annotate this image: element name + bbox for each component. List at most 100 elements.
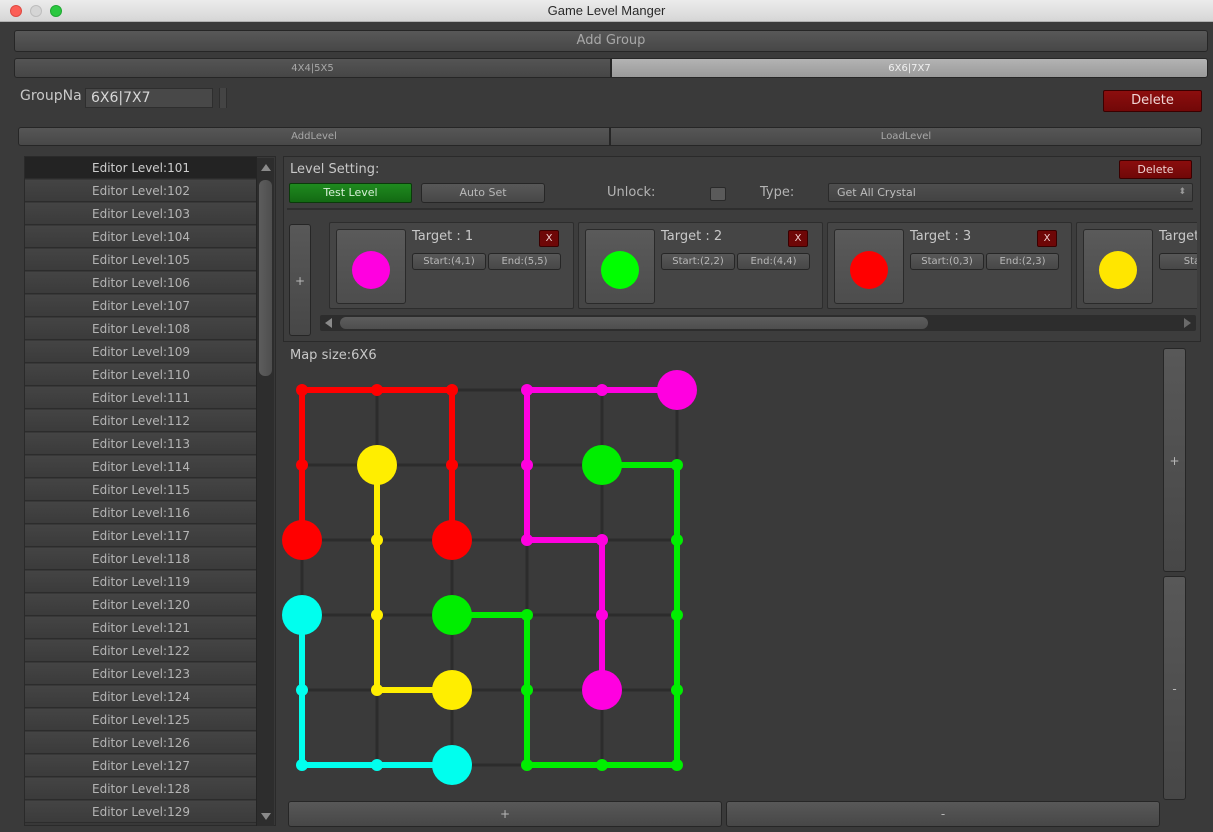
path-node: [671, 609, 683, 621]
target-color-swatch[interactable]: [834, 229, 904, 304]
path-node: [671, 759, 683, 771]
add-target-button[interactable]: +: [289, 224, 311, 336]
scroll-up-arrow-icon[interactable]: [261, 164, 271, 171]
level-actions-bar: AddLevel LoadLevel: [18, 127, 1202, 146]
level-list-item[interactable]: Editor Level:102: [25, 180, 257, 202]
level-map-grid[interactable]: [280, 366, 720, 786]
type-select-value: Get All Crystal: [837, 186, 916, 199]
target-color-swatch[interactable]: [585, 229, 655, 304]
target-card: Target : 1 X Start:(4,1) End:(5,5): [329, 222, 574, 309]
target-title: Target : 1: [412, 229, 474, 244]
tab-6x6-7x7[interactable]: 6X6|7X7: [611, 58, 1208, 78]
unlock-checkbox[interactable]: [710, 187, 726, 201]
level-list-item[interactable]: Editor Level:119: [25, 571, 257, 593]
minimize-window-button[interactable]: [30, 5, 42, 17]
target-color-swatch[interactable]: [1083, 229, 1153, 304]
targets-scroll-thumb[interactable]: [340, 317, 928, 329]
level-list-item[interactable]: Editor Level:107: [25, 295, 257, 317]
target-end-button[interactable]: End:(5,5): [488, 253, 561, 270]
targets-scrollbar[interactable]: [320, 315, 1196, 331]
path-node: [596, 609, 608, 621]
path-node: [296, 459, 308, 471]
level-list-item[interactable]: Editor Level:116: [25, 502, 257, 524]
level-list-item[interactable]: Editor Level:126: [25, 732, 257, 754]
level-list-item[interactable]: Editor Level:101: [25, 157, 257, 179]
scroll-right-arrow-icon[interactable]: [1184, 318, 1191, 328]
type-select[interactable]: Get All Crystal ⬍: [828, 183, 1193, 202]
window-title: Game Level Manger: [547, 3, 666, 18]
remove-target-button[interactable]: X: [1037, 230, 1057, 247]
remove-target-button[interactable]: X: [788, 230, 808, 247]
add-row-button[interactable]: +: [288, 801, 722, 827]
delete-group-button[interactable]: Delete: [1103, 90, 1202, 112]
auto-set-button[interactable]: Auto Set: [421, 183, 545, 203]
target-end-button[interactable]: End:(2,3): [986, 253, 1059, 270]
settings-divider: [287, 208, 1193, 210]
path-node: [371, 759, 383, 771]
level-list-item[interactable]: Editor Level:124: [25, 686, 257, 708]
level-list-scroll-thumb[interactable]: [259, 180, 272, 376]
path-node: [296, 759, 308, 771]
level-list-item[interactable]: Editor Level:103: [25, 203, 257, 225]
test-level-button[interactable]: Test Level: [289, 183, 412, 203]
level-list-item[interactable]: Editor Level:118: [25, 548, 257, 570]
path-node: [371, 534, 383, 546]
path-node: [671, 684, 683, 696]
map-size-label: Map size:6X6: [290, 348, 377, 363]
path-node: [671, 534, 683, 546]
level-list-item[interactable]: Editor Level:108: [25, 318, 257, 340]
level-list-item[interactable]: Editor Level:120: [25, 594, 257, 616]
map-size-increase-button[interactable]: +: [1163, 348, 1186, 572]
level-list-item[interactable]: Editor Level:114: [25, 456, 257, 478]
target-title: Target : 2: [661, 229, 723, 244]
target-start-button[interactable]: Start:(4,1): [412, 253, 486, 270]
add-level-button[interactable]: AddLevel: [18, 127, 610, 146]
level-list-item[interactable]: Editor Level:125: [25, 709, 257, 731]
level-list-item[interactable]: Editor Level:113: [25, 433, 257, 455]
select-arrows-icon: ⬍: [1178, 187, 1186, 197]
tab-4x4-5x5[interactable]: 4X4|5X5: [14, 58, 611, 78]
level-list-item[interactable]: Editor Level:117: [25, 525, 257, 547]
group-name-input[interactable]: 6X6|7X7: [85, 88, 213, 108]
level-list-item[interactable]: Editor Level:122: [25, 640, 257, 662]
level-list-item[interactable]: Editor Level:111: [25, 387, 257, 409]
remove-target-button[interactable]: X: [539, 230, 559, 247]
endpoint-dot: [432, 595, 472, 635]
target-color-swatch[interactable]: [336, 229, 406, 304]
target-start-button[interactable]: Start:(2,2): [661, 253, 735, 270]
target-color-dot: [601, 251, 639, 289]
close-window-button[interactable]: [10, 5, 22, 17]
add-group-button[interactable]: Add Group: [14, 30, 1208, 52]
maximize-window-button[interactable]: [50, 5, 62, 17]
remove-row-button[interactable]: -: [726, 801, 1160, 827]
level-list-item[interactable]: Editor Level:123: [25, 663, 257, 685]
level-list-item[interactable]: Editor Level:129: [25, 801, 257, 823]
level-list-item[interactable]: Editor Level:110: [25, 364, 257, 386]
level-list-item[interactable]: Editor Level:127: [25, 755, 257, 777]
level-list-item[interactable]: Editor Level:104: [25, 226, 257, 248]
delete-level-button[interactable]: Delete: [1119, 160, 1192, 179]
level-list-item[interactable]: Editor Level:115: [25, 479, 257, 501]
scroll-left-arrow-icon[interactable]: [325, 318, 332, 328]
level-list-item[interactable]: Editor Level:128: [25, 778, 257, 800]
target-end-button[interactable]: End:(4,4): [737, 253, 810, 270]
endpoint-dot: [432, 670, 472, 710]
target-start-button[interactable]: Start:(0,3): [910, 253, 984, 270]
level-list-item[interactable]: Editor Level:106: [25, 272, 257, 294]
target-color-dot: [850, 251, 888, 289]
endpoint-dot: [582, 670, 622, 710]
target-start-button[interactable]: Start: [1159, 253, 1197, 270]
group-name-resize-handle[interactable]: [219, 88, 227, 108]
level-list-scrollbar[interactable]: [256, 158, 274, 826]
level-list-item[interactable]: Editor Level:109: [25, 341, 257, 363]
map-size-decrease-button[interactable]: -: [1163, 576, 1186, 800]
path-node: [596, 534, 608, 546]
load-level-button[interactable]: LoadLevel: [610, 127, 1202, 146]
level-list-item[interactable]: Editor Level:112: [25, 410, 257, 432]
target-title: Target : 3: [910, 229, 972, 244]
path-node: [521, 384, 533, 396]
level-list-item[interactable]: Editor Level:121: [25, 617, 257, 639]
scroll-down-arrow-icon[interactable]: [261, 813, 271, 820]
level-list-item[interactable]: Editor Level:105: [25, 249, 257, 271]
path-node: [596, 384, 608, 396]
